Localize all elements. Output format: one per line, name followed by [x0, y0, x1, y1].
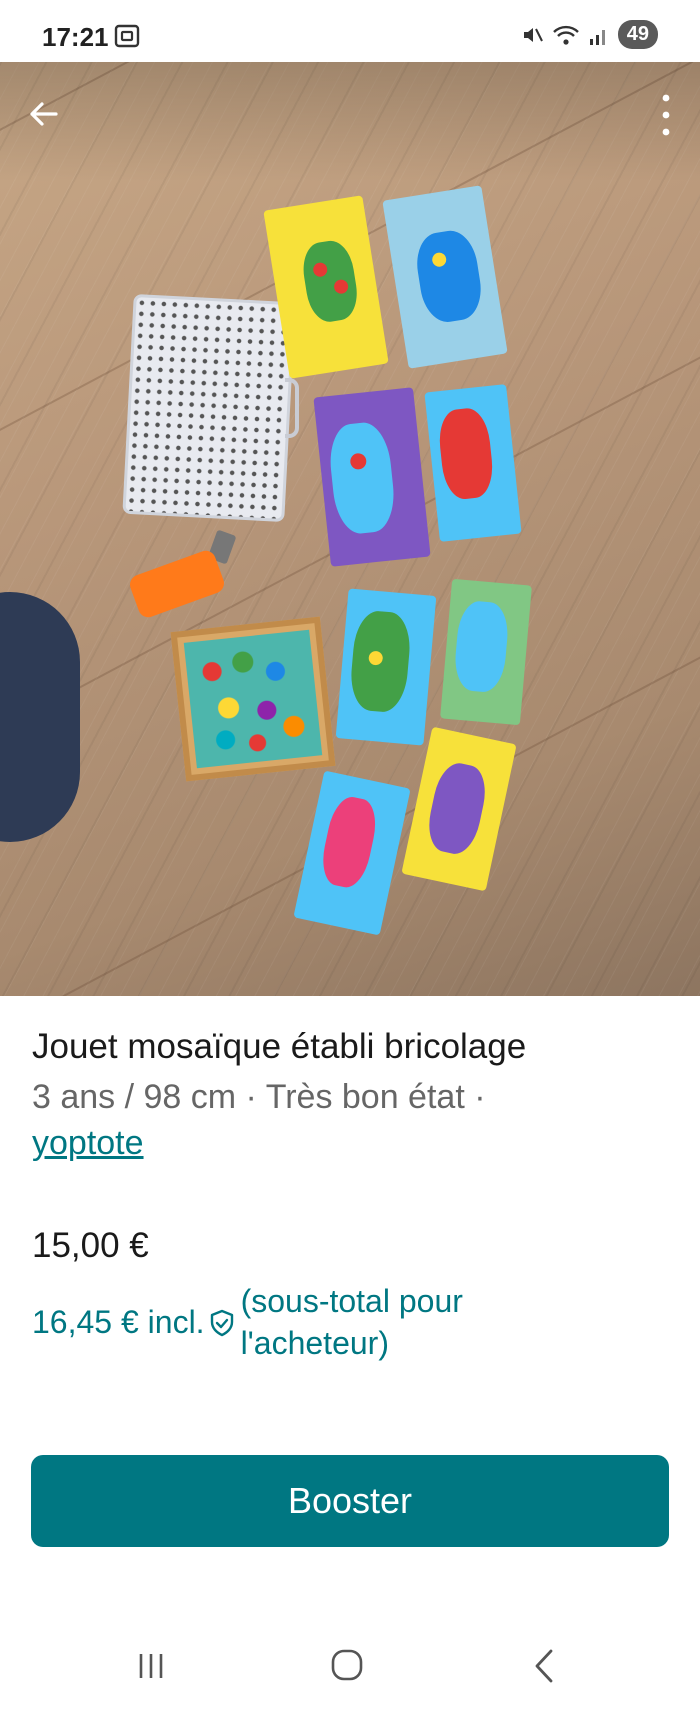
mosaic-card [382, 185, 508, 369]
mosaic-card [313, 387, 431, 567]
battery-indicator: 49 [617, 20, 658, 49]
mosaic-card [401, 726, 517, 892]
wifi-icon [552, 25, 579, 45]
shield-check-icon[interactable] [209, 1309, 235, 1337]
mosaic-card [293, 770, 411, 936]
mosaic-card [440, 578, 532, 726]
item-details: Jouet mosaïque établi bricolage 3 ans / … [32, 1024, 672, 1165]
price-incl-note: (sous-total pour l'acheteur) [240, 1283, 463, 1361]
back-arrow-icon[interactable] [22, 92, 66, 136]
back-icon[interactable] [532, 1648, 556, 1684]
mosaic-card [335, 588, 437, 746]
item-subtitle: 3 ans / 98 cm · Très bon état · [32, 1077, 486, 1116]
status-icons: 49 [520, 20, 658, 49]
more-vertical-icon[interactable] [656, 92, 676, 138]
photo-leg [0, 592, 80, 842]
booster-button[interactable]: Booster [31, 1455, 669, 1547]
price-incl-amount: 16,45 € incl. [32, 1304, 205, 1341]
price-incl-row[interactable]: 16,45 € incl. (sous-total pour l'acheteu… [32, 1281, 541, 1364]
seller-link[interactable]: yoptote [32, 1121, 144, 1165]
pegboard [122, 293, 296, 523]
screenshot-icon [114, 24, 140, 48]
item-price: 15,00 € [32, 1226, 149, 1265]
mute-icon [523, 27, 543, 42]
status-bar: 17:21 49 [0, 0, 700, 70]
home-icon[interactable] [330, 1648, 364, 1682]
status-time: 17:21 [42, 22, 109, 52]
toy-drill [127, 547, 227, 621]
mosaic-card [424, 384, 522, 542]
pieces-tray [170, 616, 336, 782]
recent-apps-icon[interactable] [135, 1650, 167, 1682]
signal-icon [589, 29, 605, 45]
item-title: Jouet mosaïque établi bricolage [32, 1027, 527, 1066]
navigation-bar [0, 1620, 700, 1711]
product-photo[interactable] [0, 62, 700, 996]
